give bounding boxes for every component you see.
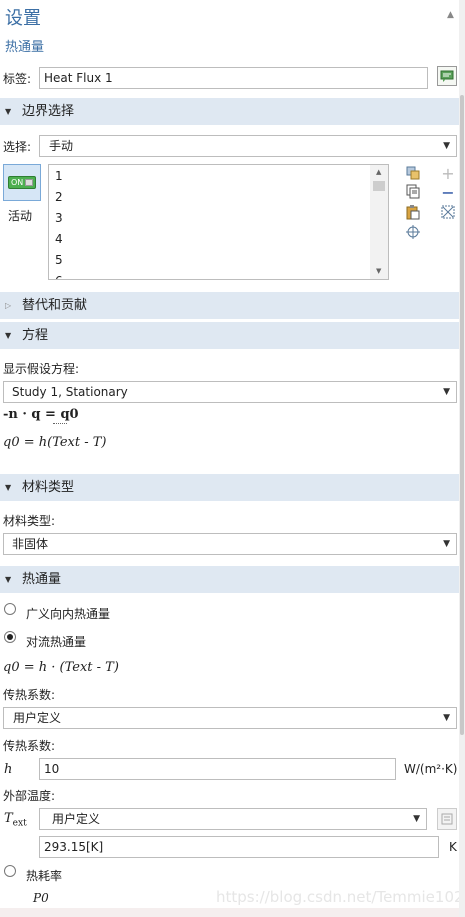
expanded-triangle-icon: ▼ — [5, 483, 12, 492]
expanded-triangle-icon: ▼ — [5, 331, 12, 340]
minus-icon[interactable]: − — [438, 182, 458, 202]
scroll-thumb[interactable] — [373, 181, 385, 191]
heat-rate-radio[interactable] — [4, 865, 16, 877]
show-equation-label: 显示假设方程: — [3, 362, 80, 376]
external-temperature-label: 外部温度: — [3, 789, 56, 803]
equation-line-2: q0 = h(Text - T) — [3, 435, 107, 450]
active-toggle-button[interactable]: ON — [3, 164, 41, 201]
list-item[interactable]: 1 — [55, 169, 63, 183]
convective-flux-radio[interactable] — [4, 631, 16, 643]
label-input[interactable]: Heat Flux 1 — [39, 67, 428, 89]
watermark: https://blog.csdn.net/Temmie1024 — [216, 888, 465, 906]
chevron-down-icon: ▼ — [443, 539, 450, 549]
text-symbol: Text — [4, 811, 27, 829]
list-item[interactable]: 2 — [55, 190, 63, 204]
on-switch-icon: ON — [8, 176, 36, 189]
h-unit: W/(m²·K) — [404, 762, 458, 776]
panel-scroll-thumb[interactable] — [460, 95, 464, 735]
chevron-down-icon: ▼ — [413, 814, 420, 824]
material-type-dropdown[interactable]: 非固体 ▼ — [3, 533, 457, 555]
convective-formula: q0 = h · (Text - T) — [3, 660, 119, 675]
clear-selection-icon[interactable] — [438, 202, 458, 222]
list-item[interactable]: 5 — [55, 253, 63, 267]
list-scrollbar[interactable]: ▲ ▼ — [370, 165, 388, 279]
list-item[interactable]: 4 — [55, 232, 63, 246]
temperature-unit: K — [449, 840, 457, 854]
section-equation[interactable]: ▼ 方程 — [0, 322, 459, 349]
section-heat-flux[interactable]: ▼ 热通量 — [0, 566, 459, 593]
chevron-down-icon: ▼ — [443, 387, 450, 397]
variable-icon[interactable] — [437, 808, 457, 830]
copy-icon[interactable] — [403, 182, 423, 202]
plus-icon[interactable]: + — [438, 163, 458, 183]
page-title: 设置 — [5, 8, 41, 29]
section-material-type[interactable]: ▼ 材料类型 — [0, 474, 459, 501]
scroll-down-icon[interactable]: ▼ — [376, 267, 381, 275]
general-inward-flux-label: 广义向内热通量 — [26, 607, 111, 621]
heat-transfer-coef-dropdown[interactable]: 用户定义 ▼ — [3, 707, 457, 729]
heat-transfer-coef-label: 传热系数: — [3, 688, 56, 702]
general-inward-flux-radio[interactable] — [4, 603, 16, 615]
bottom-bar — [0, 908, 459, 917]
paste-icon[interactable] — [403, 202, 423, 222]
expanded-triangle-icon: ▼ — [5, 575, 12, 584]
h-value-input[interactable]: 10 — [39, 758, 396, 780]
chevron-down-icon: ▼ — [443, 713, 450, 723]
external-temperature-dropdown[interactable]: 用户定义 ▼ — [39, 808, 427, 830]
selection-dropdown[interactable]: 手动 ▼ — [39, 135, 457, 157]
active-label: 活动 — [8, 209, 33, 223]
study-dropdown[interactable]: Study 1, Stationary ▼ — [3, 381, 457, 403]
material-type-label: 材料类型: — [3, 514, 56, 528]
list-item[interactable]: 3 — [55, 211, 63, 225]
equation-line-1: -n · q = q0 — [3, 407, 79, 422]
section-override-contribution[interactable]: ▷ 替代和贡献 — [0, 292, 459, 319]
external-temperature-input[interactable]: 293.15[K] — [39, 836, 439, 858]
selection-label: 选择: — [3, 140, 32, 154]
collapsed-triangle-icon: ▷ — [5, 301, 12, 310]
boundary-list[interactable]: 1 2 3 4 5 6 ▲ ▼ — [48, 164, 389, 280]
list-item[interactable]: 6 — [55, 274, 63, 279]
label-caption: 标签: — [3, 72, 32, 86]
expanded-triangle-icon: ▼ — [5, 107, 12, 116]
add-to-selection-icon[interactable] — [403, 163, 423, 183]
zoom-to-selection-icon[interactable] — [403, 222, 423, 242]
comment-icon[interactable] — [437, 66, 457, 86]
chevron-down-icon: ▼ — [443, 141, 450, 151]
heat-rate-label: 热耗率 — [26, 869, 63, 883]
h-symbol: h — [4, 762, 13, 777]
p0-symbol: P0 — [33, 891, 49, 905]
section-boundary-selection[interactable]: ▼ 边界选择 — [0, 98, 459, 125]
page-subtitle: 热通量 — [5, 40, 45, 55]
scroll-up-icon[interactable]: ▲ — [376, 168, 381, 176]
collapse-icon[interactable]: ▲ — [447, 10, 454, 20]
equation-underline — [53, 423, 67, 424]
convective-flux-label: 对流热通量 — [26, 635, 87, 649]
heat-transfer-coef-label-2: 传热系数: — [3, 739, 56, 753]
